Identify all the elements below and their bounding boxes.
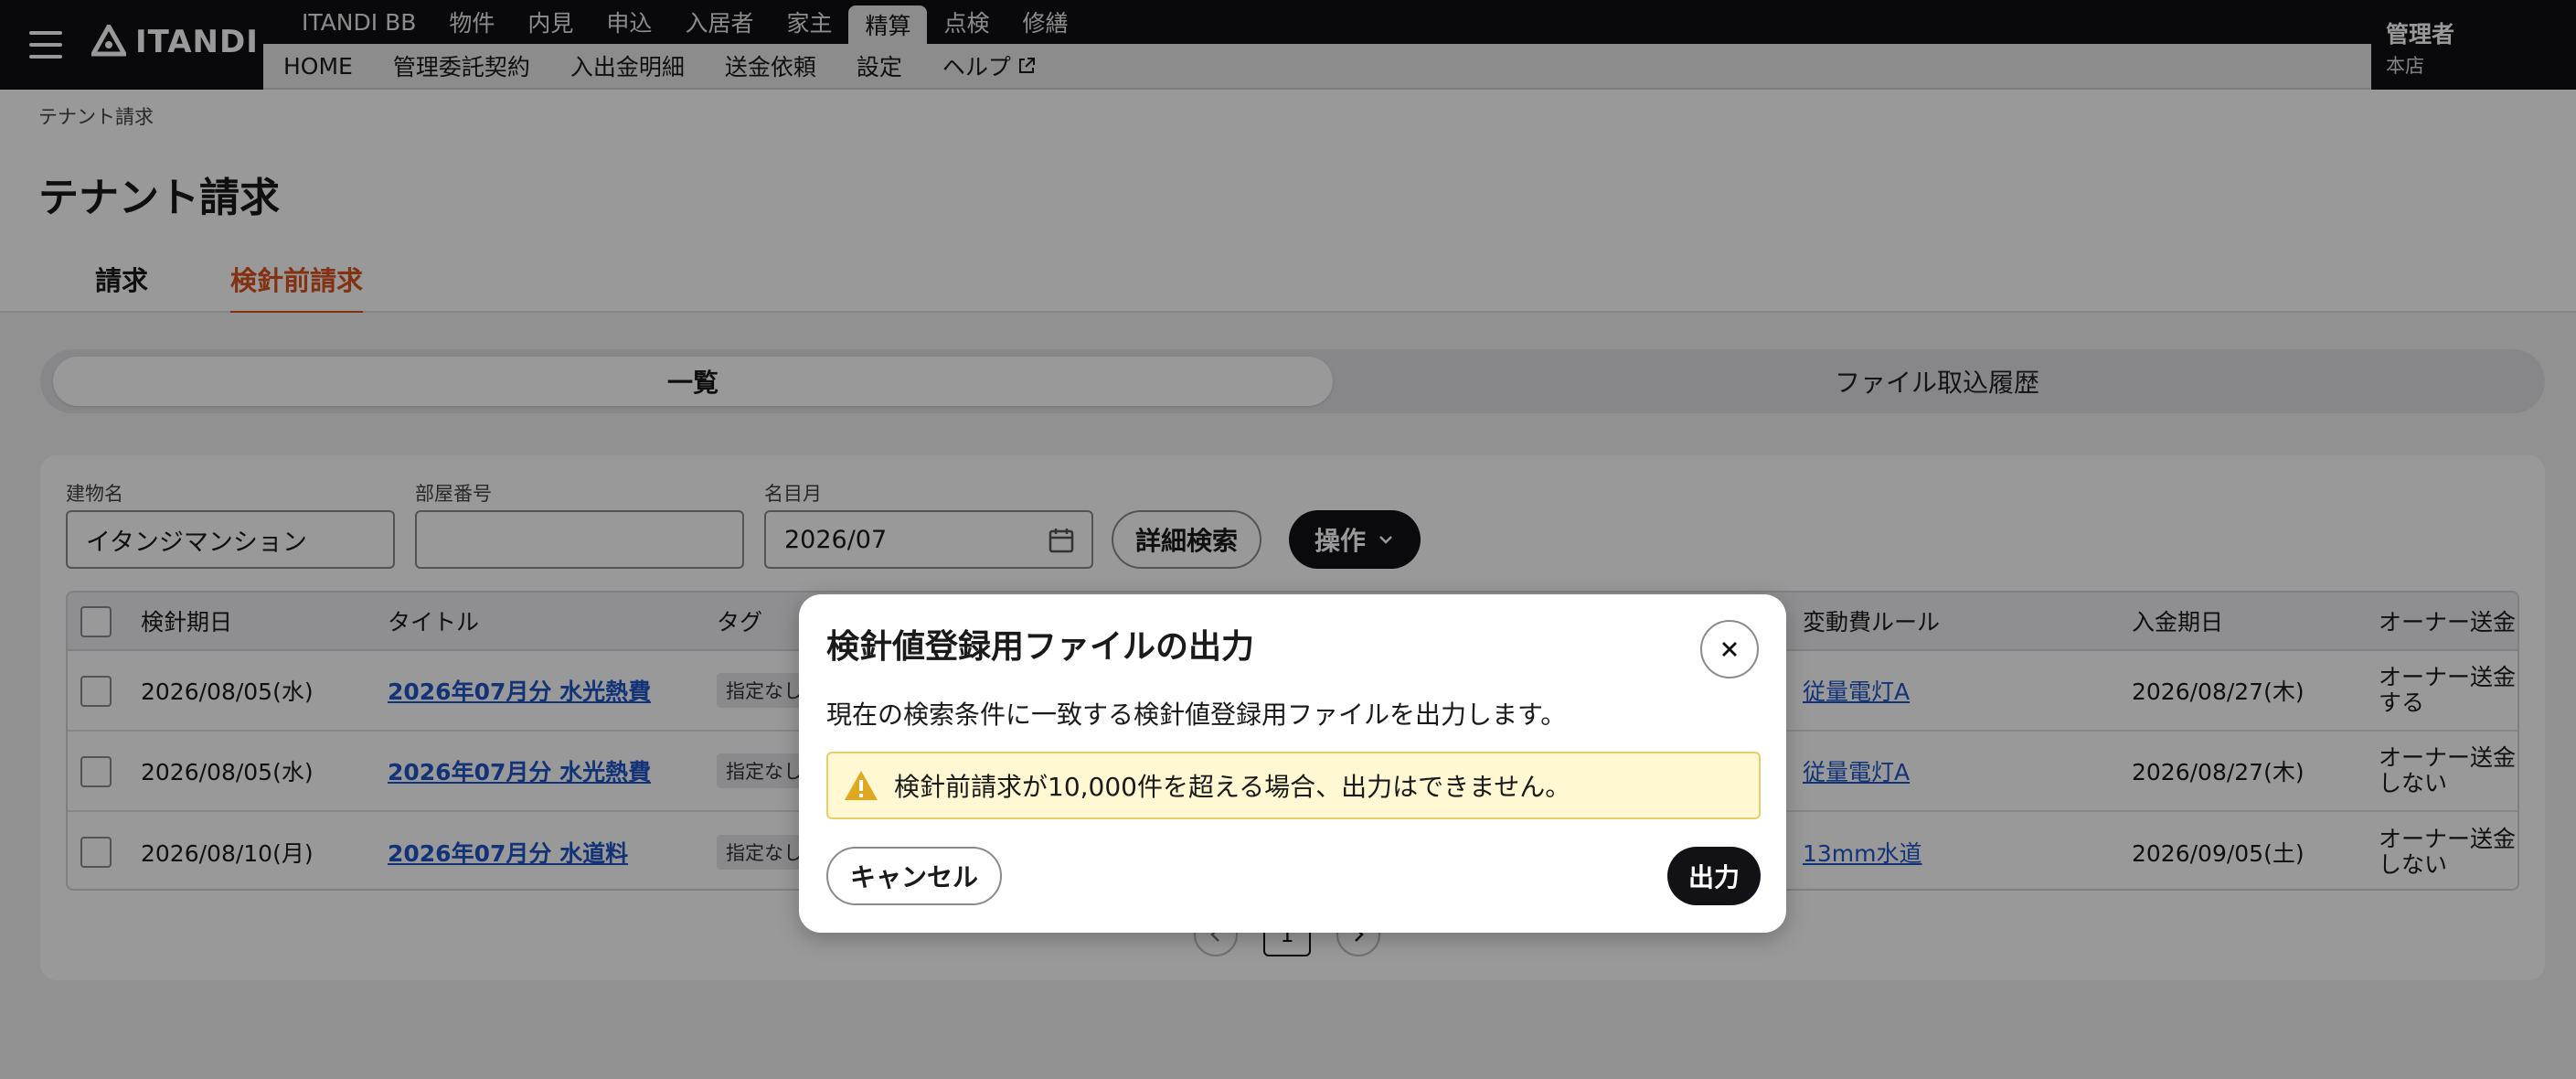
close-button[interactable]	[1700, 620, 1759, 678]
warning-icon	[845, 771, 878, 800]
cancel-button[interactable]: キャンセル	[826, 847, 1002, 905]
export-button[interactable]: 出力	[1667, 847, 1761, 905]
dialog-title: 検針値登録用ファイルの出力	[826, 628, 1255, 666]
dialog-description: 現在の検索条件に一致する検針値登録用ファイルを出力します。	[826, 700, 1567, 730]
close-icon	[1722, 642, 1737, 657]
export-dialog: 検針値登録用ファイルの出力 現在の検索条件に一致する検針値登録用ファイルを出力し…	[799, 594, 1786, 933]
warning-banner: 検針前請求が10,000件を超える場合、出力はできません。	[826, 752, 1761, 819]
warning-text: 検針前請求が10,000件を超える場合、出力はできません。	[894, 772, 1571, 802]
